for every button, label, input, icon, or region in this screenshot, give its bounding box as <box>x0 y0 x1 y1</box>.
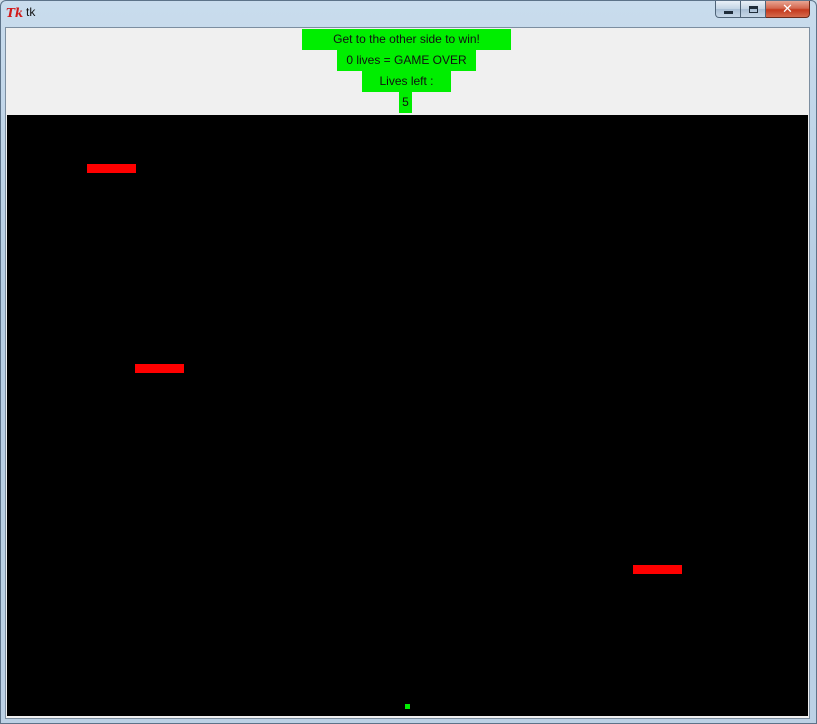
minimize-icon <box>723 10 733 14</box>
client-area: Get to the other side to win! 0 lives = … <box>5 27 810 719</box>
game-over-rule-label: 0 lives = GAME OVER <box>337 50 476 71</box>
tk-feather-icon: Tk <box>6 6 24 20</box>
obstacle-2 <box>135 364 184 373</box>
window-title: tk <box>26 5 36 19</box>
player <box>405 704 410 709</box>
close-button[interactable]: ✕ <box>766 1 810 18</box>
maximize-button[interactable] <box>741 1 766 18</box>
obstacle-3 <box>633 565 682 574</box>
maximize-icon <box>748 5 758 13</box>
lives-count: 5 <box>399 92 412 113</box>
window-controls: ✕ <box>715 1 810 18</box>
game-canvas[interactable] <box>7 115 808 716</box>
obstacle-1 <box>87 164 136 173</box>
lives-left-label: Lives left : <box>362 71 451 92</box>
app-window: Tk tk ✕ Get to the other side to win! 0 … <box>0 0 817 724</box>
goal-label: Get to the other side to win! <box>302 29 511 50</box>
title-bar[interactable]: Tk tk ✕ <box>1 1 816 25</box>
minimize-button[interactable] <box>715 1 741 18</box>
close-icon: ✕ <box>782 1 793 17</box>
game-field <box>87 164 682 709</box>
